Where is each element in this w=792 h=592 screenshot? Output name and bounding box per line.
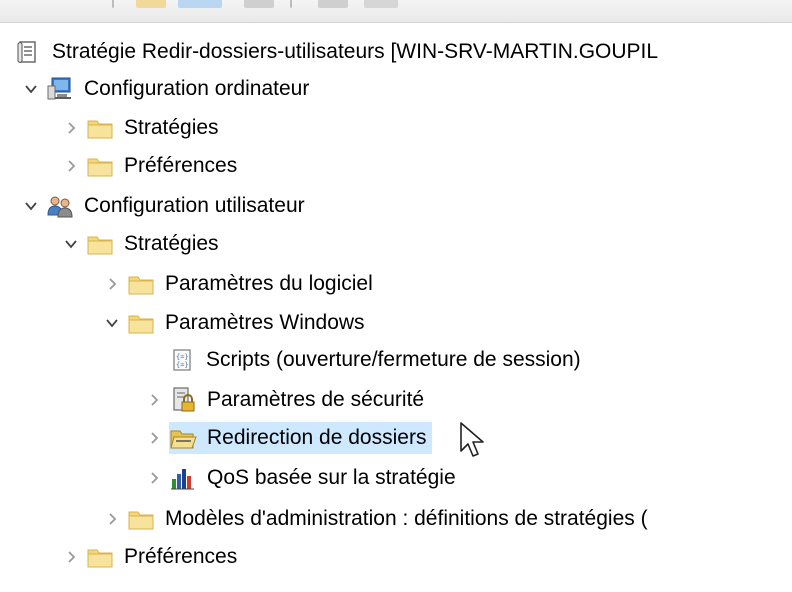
toolbar-strip	[0, 0, 792, 23]
tree-item-label: Paramètres de sécurité	[207, 388, 425, 411]
tree-item-computer-config[interactable]: Configuration ordinateur	[22, 73, 311, 105]
tree-item-windows-settings[interactable]: Paramètres Windows	[103, 307, 367, 339]
svg-text:{=}: {=}	[176, 353, 189, 361]
toolbar-separator	[112, 0, 114, 8]
chevron-down-icon[interactable]	[62, 235, 80, 253]
tree-item-security-settings[interactable]: Paramètres de sécurité	[145, 384, 426, 416]
folder-icon	[127, 309, 155, 337]
tree-item-label: Configuration utilisateur	[84, 194, 305, 217]
bar-chart-icon	[169, 464, 197, 492]
folder-icon	[86, 152, 114, 180]
tree-item-label: QoS basée sur la stratégie	[207, 466, 456, 489]
selection-highlight: Redirection de dossiers	[169, 422, 433, 454]
chevron-right-icon[interactable]	[62, 119, 80, 137]
tree-item-label: Redirection de dossiers	[207, 426, 427, 449]
tree-item-computer-preferences[interactable]: Préférences	[62, 150, 239, 182]
folder-icon	[127, 505, 155, 533]
chevron-right-icon[interactable]	[145, 391, 163, 409]
gpo-tree-view: Stratégie Redir-dossiers-utilisateurs [W…	[0, 26, 792, 592]
folder-icon	[127, 270, 155, 298]
tree-item-label: Préférences	[124, 154, 238, 177]
toolbar-button[interactable]	[318, 0, 348, 8]
tree-item-qos[interactable]: QoS basée sur la stratégie	[145, 462, 458, 494]
tree-item-computer-policies[interactable]: Stratégies	[62, 112, 221, 144]
folder-icon	[86, 230, 114, 258]
tree-item-user-config[interactable]: Configuration utilisateur	[22, 190, 307, 222]
toolbar-view-button[interactable]	[178, 0, 222, 8]
mouse-cursor-icon	[460, 422, 484, 457]
tree-item-folder-redirection[interactable]: Redirection de dossiers	[145, 422, 433, 454]
tree-item-label: Configuration ordinateur	[84, 77, 310, 100]
computer-icon	[46, 75, 74, 103]
svg-text:{=}: {=}	[176, 361, 189, 369]
tree-item-admin-templates[interactable]: Modèles d'administration : définitions d…	[103, 503, 650, 535]
tree-item-label: Paramètres Windows	[165, 311, 365, 334]
tree-item-label: Modèles d'administration : définitions d…	[165, 507, 648, 530]
tree-root-label: Stratégie Redir-dossiers-utilisateurs [W…	[52, 40, 659, 63]
tree-item-label: Préférences	[124, 545, 238, 568]
users-icon	[46, 192, 74, 220]
tree-item-label: Stratégies	[124, 116, 219, 139]
chevron-down-icon[interactable]	[103, 314, 121, 332]
tree-item-label: Paramètres du logiciel	[165, 272, 373, 295]
folder-icon	[86, 114, 114, 142]
tree-item-scripts[interactable]: {=} {=} Scripts (ouverture/fermeture de …	[168, 344, 583, 376]
chevron-right-icon[interactable]	[103, 275, 121, 293]
toolbar-button[interactable]	[364, 0, 398, 8]
chevron-down-icon[interactable]	[22, 197, 40, 215]
tree-root[interactable]: Stratégie Redir-dossiers-utilisateurs [W…	[14, 36, 660, 68]
toolbar-separator	[290, 0, 292, 8]
folder-icon	[86, 543, 114, 571]
policy-document-icon	[14, 38, 42, 66]
tree-item-label: Scripts (ouverture/fermeture de session)	[206, 348, 581, 371]
tree-item-software-settings[interactable]: Paramètres du logiciel	[103, 268, 375, 300]
toolbar-button[interactable]	[244, 0, 274, 8]
tree-item-label: Stratégies	[124, 232, 219, 255]
chevron-right-icon[interactable]	[62, 157, 80, 175]
chevron-right-icon[interactable]	[145, 429, 163, 447]
toolbar-folder-button[interactable]	[136, 0, 166, 8]
chevron-right-icon[interactable]	[62, 548, 80, 566]
open-folder-icon	[169, 424, 197, 452]
tree-item-user-policies[interactable]: Stratégies	[62, 228, 221, 260]
chevron-right-icon[interactable]	[145, 469, 163, 487]
chevron-right-icon[interactable]	[103, 510, 121, 528]
tree-item-user-preferences[interactable]: Préférences	[62, 541, 239, 573]
chevron-down-icon[interactable]	[22, 80, 40, 98]
script-icon: {=} {=}	[168, 346, 196, 374]
security-lock-icon	[169, 386, 197, 414]
